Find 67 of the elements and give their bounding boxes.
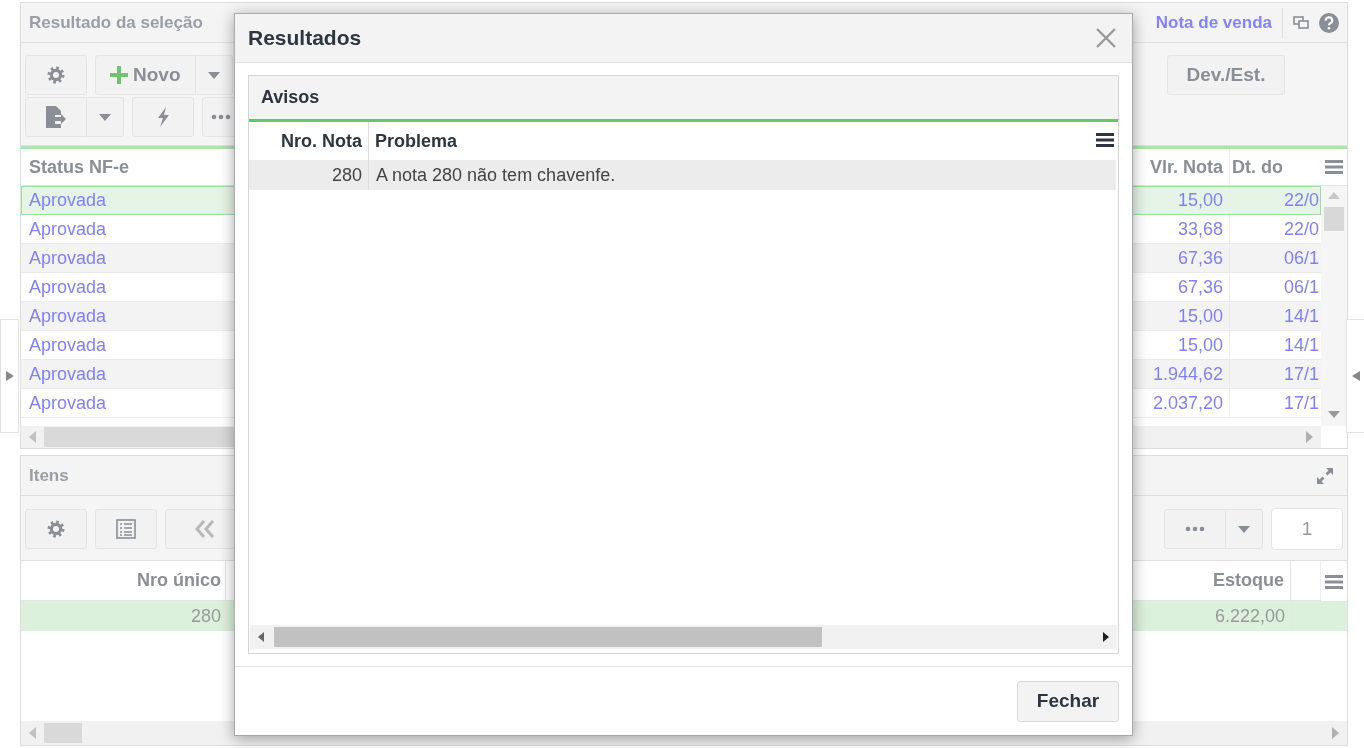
table-cell-text: 22/0 (1282, 189, 1320, 211)
panel-title: Avisos (261, 87, 320, 108)
panel-title: Itens (29, 465, 70, 486)
page-number: 1 (1271, 508, 1343, 550)
table-cell-text: Aprovada (28, 305, 108, 327)
table-cell-text: Aprovada (28, 218, 108, 240)
more-icon (211, 114, 231, 120)
table-cell-text: 17/1 (1282, 363, 1320, 385)
horizontal-scrollbar[interactable] (250, 625, 1117, 649)
table-cell-text: 14/1 (1282, 305, 1320, 327)
panel-link[interactable]: Nota de venda (1155, 7, 1283, 38)
table-cell-text: Aprovada (28, 247, 108, 269)
scroll-up-icon[interactable] (1328, 192, 1340, 199)
dialog-title: Resultados (248, 26, 363, 50)
column-header[interactable]: Estoque (1171, 561, 1291, 600)
table-cell: 6.222,00 (1172, 601, 1292, 631)
dropdown-button[interactable] (87, 97, 124, 137)
column-header[interactable]: Dt. do (1230, 149, 1321, 185)
gear-icon (46, 65, 66, 85)
table-cell: 280 (21, 601, 226, 631)
plus-icon (110, 66, 128, 84)
caret-icon (207, 71, 220, 79)
caret-icon (1238, 525, 1250, 533)
caret-icon (99, 113, 111, 121)
close-icon (1096, 28, 1116, 48)
windows-icon[interactable] (1293, 15, 1309, 30)
list-icon (116, 519, 136, 539)
export-button[interactable] (25, 97, 87, 137)
double-chevron-left-icon (194, 520, 216, 538)
list-button[interactable] (95, 509, 157, 549)
table-cell-text: 06/1 (1282, 276, 1320, 298)
caret-left-icon (1351, 371, 1360, 381)
close-dialog-button[interactable]: Fechar (1017, 680, 1119, 722)
action-button[interactable] (132, 97, 194, 137)
table-cell: 280 (249, 160, 369, 190)
scroll-down-icon[interactable] (1328, 411, 1340, 418)
caret-right-icon (5, 371, 14, 381)
dropdown-button[interactable] (1226, 509, 1263, 549)
new-button[interactable]: Novo (95, 55, 196, 95)
expand-icon[interactable] (1315, 465, 1335, 486)
lightning-icon (157, 107, 169, 127)
settings-button[interactable] (25, 509, 87, 549)
document-export-icon (46, 106, 66, 128)
menu-icon[interactable] (1096, 132, 1114, 148)
return-button[interactable]: Dev./Est. (1167, 55, 1285, 95)
table-cell-text: 22/0 (1282, 218, 1320, 240)
scrollbar-thumb[interactable] (1324, 207, 1344, 231)
dropdown-button[interactable] (195, 55, 233, 95)
table-cell-text: Aprovada (28, 392, 108, 414)
settings-button[interactable] (25, 55, 87, 95)
panel-title: Resultado da seleção (29, 12, 204, 33)
table-row[interactable]: 280 A nota 280 não tem chavenfe. (249, 160, 1116, 190)
table-cell-text: Aprovada (28, 189, 108, 211)
table-cell-text: Aprovada (28, 334, 108, 356)
column-header[interactable]: Problema (369, 122, 1092, 160)
table-cell-text: A nota 280 não tem chavenfe. (375, 164, 617, 186)
table-cell-text: 17/1 (1282, 392, 1320, 414)
help-icon[interactable] (1319, 12, 1339, 33)
table-cell-text: 14/1 (1282, 334, 1320, 356)
table-cell-text: Aprovada (28, 363, 108, 385)
table-cell-text: Aprovada (28, 276, 108, 298)
expand-right-tab[interactable] (1346, 319, 1364, 433)
more-icon (1185, 526, 1205, 532)
column-header[interactable]: Nro único (21, 561, 226, 600)
gear-icon (46, 519, 66, 539)
table-cell-text: 06/1 (1282, 247, 1320, 269)
column-header[interactable]: Status NF-e (21, 149, 233, 185)
